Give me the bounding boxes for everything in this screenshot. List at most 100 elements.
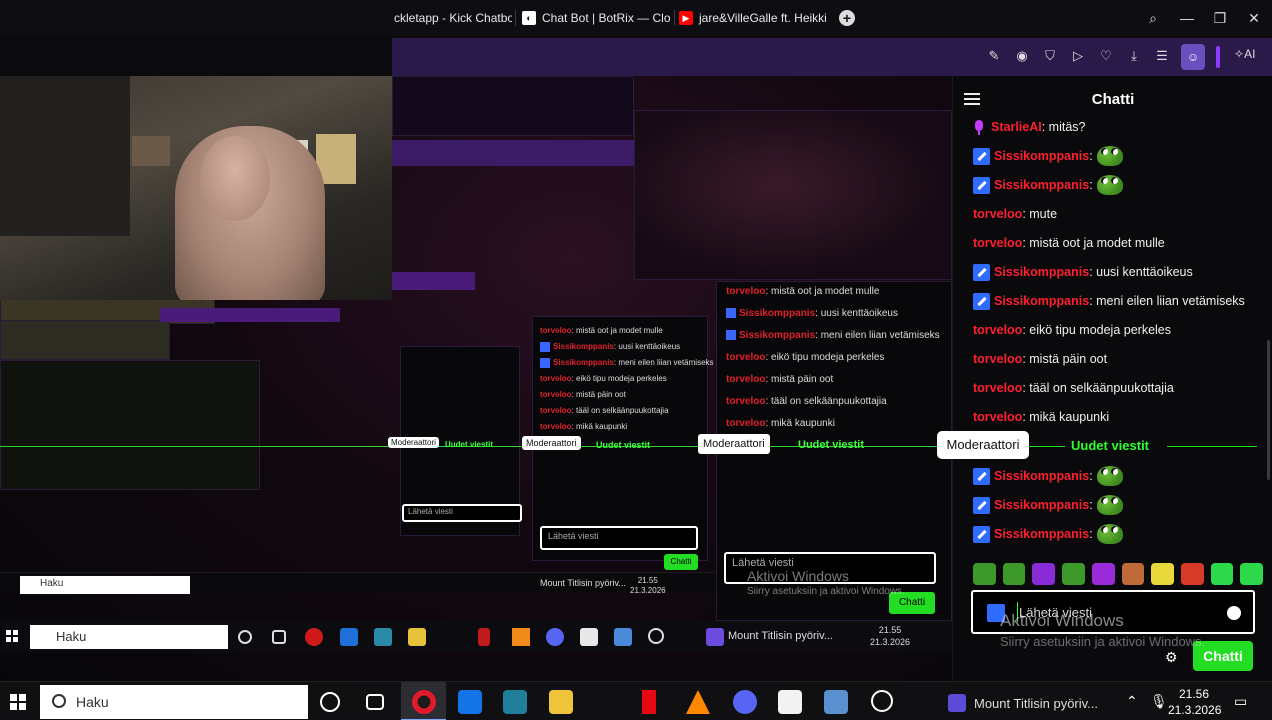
discord-icon[interactable] — [733, 690, 757, 714]
taskbar-running-task[interactable]: Mount Titlisin pyöriv... — [948, 694, 1098, 712]
emote-icon[interactable] — [1240, 563, 1264, 585]
chat-username[interactable]: torveloo — [973, 410, 1022, 424]
microsoft-store-icon[interactable] — [778, 690, 802, 714]
chat-username[interactable]: torveloo — [973, 352, 1022, 366]
nested-outlook-icon — [340, 628, 358, 646]
mini-chat-line: Sissikomppanis: uusi kenttäoikeus — [540, 342, 680, 352]
tab-youtube-video[interactable]: ▶ jare&VilleGalle ft. Heikki K — [679, 6, 827, 30]
moderator-badge-icon[interactable] — [973, 176, 990, 194]
vlc-icon[interactable] — [686, 690, 710, 714]
menu-lines-icon[interactable]: ☰ — [1154, 48, 1170, 64]
moderator-badge-icon[interactable] — [973, 525, 990, 543]
emote-icon[interactable] — [1180, 563, 1204, 585]
heart-icon[interactable]: ♡ — [1098, 48, 1114, 64]
taskbar-clock[interactable]: 21.56 21.3.2026 — [1168, 686, 1221, 718]
disney-app-icon[interactable] — [503, 690, 527, 714]
stream-video[interactable]: torveloo: mistä oot ja modet mulle Sissi… — [0, 76, 952, 681]
mini-chat-input: Lähetä viesti — [402, 504, 522, 522]
notifications-icon[interactable]: ▭ — [1234, 693, 1247, 710]
shield-icon[interactable]: ⛉ — [1042, 48, 1058, 64]
mini-watermark-title: Aktivoi Windows — [747, 568, 849, 584]
tab-search-icon[interactable]: ⌕ — [1143, 8, 1163, 28]
chat-settings-icon[interactable]: ⚙ — [1165, 649, 1178, 666]
profile-icon[interactable]: ☺ — [1181, 44, 1205, 70]
chat-scrollbar[interactable] — [1267, 340, 1270, 480]
emote-icon[interactable] — [973, 563, 996, 585]
emote-icon[interactable] — [1210, 563, 1234, 585]
mini-send-button: Chatti — [664, 554, 698, 570]
new-tab-button[interactable]: + — [839, 10, 855, 26]
close-icon[interactable]: ✕ — [1244, 8, 1264, 28]
remote-desktop-icon[interactable] — [824, 690, 848, 714]
chat-message-text: : uusi kenttäoikeus — [1089, 265, 1193, 279]
chat-username[interactable]: Sissikomppanis — [994, 498, 1089, 512]
chat-message-text: : tääl on selkäänpuukottajia — [1022, 381, 1174, 395]
mini-chat-line: torveloo: tääl on selkäänpuukottajia — [540, 406, 669, 415]
emote-icon[interactable] — [1091, 563, 1115, 585]
taskbar-search-box[interactable]: Haku — [40, 685, 308, 719]
browser-tab-strip: ckletapp - Kick Chatbot ◐ Chat Bot | Bot… — [0, 0, 1272, 36]
microphone-badge-icon[interactable] — [973, 119, 985, 136]
chat-message: Sissikomppanis: meni eilen liian vetämis… — [973, 290, 1245, 312]
nested-webcam-4 — [0, 320, 170, 360]
taskbar-search-label: Haku — [76, 694, 109, 710]
chat-username[interactable]: torveloo — [973, 236, 1022, 250]
chat-message: torveloo: eikö tipu modeja perkeles — [973, 319, 1171, 341]
cortana-icon[interactable] — [320, 692, 340, 712]
download-icon[interactable]: ⤓ — [1126, 48, 1142, 64]
moderator-badge-icon[interactable] — [973, 147, 990, 165]
chat-username[interactable]: Sissikomppanis — [994, 265, 1089, 279]
opera-icon[interactable] — [412, 690, 436, 714]
start-icon[interactable] — [10, 694, 26, 710]
chat-username[interactable]: torveloo — [973, 323, 1022, 337]
streamer-head — [200, 136, 270, 221]
chat-username[interactable]: StarlieAI — [991, 120, 1042, 134]
chat-message: torveloo: mute — [973, 203, 1057, 225]
emote-icon[interactable] — [1002, 563, 1026, 585]
ai-button[interactable]: ✧AI — [1234, 47, 1255, 61]
chat-username[interactable]: Sissikomppanis — [994, 294, 1089, 308]
microphone-icon[interactable]: 🎙︎ — [1150, 693, 1168, 710]
chat-username[interactable]: Sissikomppanis — [994, 149, 1089, 163]
chat-username[interactable]: Sissikomppanis — [994, 469, 1089, 483]
edit-icon[interactable]: ✎ — [986, 48, 1002, 64]
chat-username[interactable]: Sissikomppanis — [994, 527, 1089, 541]
mini-chat-line: torveloo: mikä kaupunki — [726, 418, 835, 429]
netflix-icon[interactable] — [642, 690, 656, 714]
nested-task-label: Mount Titlisin pyöriv... — [728, 630, 833, 642]
mini-chat-line: Sissikomppanis: uusi kenttäoikeus — [726, 308, 898, 319]
tab-botrix[interactable]: ◐ Chat Bot | BotRix — Cloud — [522, 6, 670, 30]
emote-icon[interactable] — [1062, 563, 1085, 585]
moderator-badge-icon[interactable] — [973, 292, 990, 310]
emote-icon[interactable] — [1151, 563, 1174, 585]
chat-title: Chatti — [1091, 91, 1135, 108]
mini-new-messages: Uudet viestit — [445, 440, 494, 449]
emote-icon[interactable] — [1121, 563, 1145, 585]
nested-desktop — [0, 360, 260, 490]
browser-toolbar: ✎ ◉ ⛉ ▷ ♡ ⤓ ☰ ☺ ✧AI — [392, 38, 1272, 76]
chat-username[interactable]: Sissikomppanis — [994, 178, 1089, 192]
moderator-badge-icon[interactable] — [973, 467, 990, 485]
chevron-up-icon[interactable]: ⌃ — [1126, 693, 1138, 710]
outlook-icon[interactable] — [458, 690, 482, 714]
file-explorer-icon[interactable] — [549, 690, 573, 714]
mini-new-messages: Uudet viestit — [596, 440, 651, 450]
chat-username[interactable]: torveloo — [973, 381, 1022, 395]
maximize-icon[interactable]: ❐ — [1210, 8, 1230, 28]
speedometer-icon[interactable] — [871, 690, 893, 712]
tab-kick-chatbot[interactable]: ckletapp - Kick Chatbot — [394, 6, 512, 30]
task-view-icon[interactable] — [366, 694, 384, 710]
emoji-picker-icon[interactable] — [1227, 606, 1241, 620]
emote-icon[interactable] — [1032, 563, 1056, 585]
nested-netflix-icon — [478, 628, 490, 646]
camera-icon[interactable]: ◉ — [1014, 48, 1030, 64]
nested-network-icon — [614, 628, 632, 646]
minimize-icon[interactable]: — — [1177, 8, 1197, 28]
play-icon[interactable]: ▷ — [1070, 48, 1086, 64]
moderator-badge-icon[interactable] — [973, 263, 990, 281]
chat-username[interactable]: torveloo — [973, 207, 1022, 221]
moderator-badge-icon[interactable] — [973, 496, 990, 514]
tab-separator — [674, 10, 675, 26]
frog-emote-icon — [1096, 495, 1123, 515]
chat-message: torveloo: tääl on selkäänpuukottajia — [973, 377, 1174, 399]
